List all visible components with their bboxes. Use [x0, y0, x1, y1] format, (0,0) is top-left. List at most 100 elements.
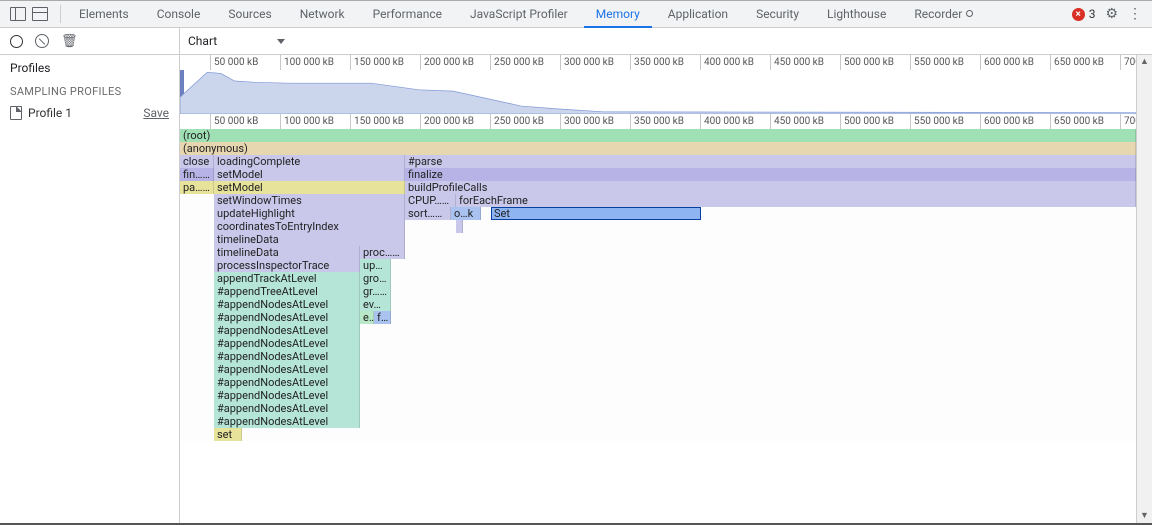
ruler-tick: 500 000 kB [840, 55, 894, 70]
ruler-tick: 300 000 kB [560, 55, 614, 70]
flame-row: #appendNodesAtLevele…f…r [180, 311, 1136, 324]
flame-row: #appendTreeAtLevelgr…ew [180, 285, 1136, 298]
flame-bar[interactable]: sort…ples [405, 207, 451, 220]
flame-bar[interactable]: e… [360, 311, 374, 324]
flame-bar[interactable]: (root) [180, 129, 1136, 142]
flame-bar[interactable]: Set [491, 207, 701, 220]
separator [60, 5, 61, 23]
flame-bar[interactable]: coordinatesToEntryIndex [214, 220, 405, 233]
flame-row: (root) [180, 129, 1136, 142]
flame-bar[interactable]: setModel [214, 181, 405, 194]
record-button[interactable] [10, 35, 23, 48]
flame-bar[interactable]: timelineData [214, 246, 360, 259]
error-icon: × [1072, 8, 1085, 21]
flame-bar[interactable]: fin…ce [180, 168, 214, 181]
tab-elements[interactable]: Elements [67, 1, 141, 28]
memory-overview[interactable] [180, 70, 1136, 114]
flame-bar[interactable]: #parse [405, 155, 1136, 168]
flame-bar[interactable]: appendTrackAtLevel [214, 272, 360, 285]
clear-button[interactable] [35, 34, 49, 48]
flame-bar[interactable]: #appendNodesAtLevel [214, 324, 360, 337]
flame-bar[interactable]: processInspectorTrace [214, 259, 360, 272]
flame-bar[interactable]: proc…ata [360, 246, 405, 259]
ruler-tick: 50 000 kB [210, 55, 258, 70]
flame-row: #appendNodesAtLevel [180, 363, 1136, 376]
recorder-beta-icon [966, 10, 973, 17]
ruler-tick: 200 000 kB [420, 114, 474, 129]
flame-bar[interactable]: timelineData [214, 233, 405, 246]
flame-bar[interactable]: setModel [214, 168, 405, 181]
flame-row: #appendNodesAtLevel [180, 402, 1136, 415]
flame-bar[interactable]: loadingComplete [214, 155, 405, 168]
flame-bar[interactable]: set [214, 428, 242, 441]
flame-bar[interactable]: ev…ew [360, 298, 391, 311]
flame-bar[interactable]: CPUP…del [405, 194, 456, 207]
flame-bar[interactable]: up…up [360, 259, 391, 272]
tab-application[interactable]: Application [656, 1, 740, 28]
profile-file-icon [10, 106, 22, 120]
settings-icon[interactable]: ⚙ [1105, 7, 1118, 21]
flame-bar[interactable]: #appendTreeAtLevel [214, 285, 360, 298]
flame-bar[interactable]: #appendNodesAtLevel [214, 311, 360, 324]
flame-bar[interactable]: close [180, 155, 214, 168]
devtools-tab-strip: ElementsConsoleSourcesNetworkPerformance… [0, 1, 1152, 28]
tab-javascript-profiler[interactable]: JavaScript Profiler [458, 1, 580, 28]
dock-bottom-icon[interactable] [32, 7, 48, 21]
ruler-tick: 700 000 kB [1120, 55, 1136, 70]
profile-item[interactable]: Profile 1 Save [0, 102, 179, 124]
view-mode-value: Chart [188, 34, 217, 48]
vertical-scrollbar[interactable]: ▲ ▼ [1136, 55, 1152, 523]
ruler-tick: 350 000 kB [630, 114, 684, 129]
flame-bar[interactable]: pa…at [180, 181, 214, 194]
tab-security[interactable]: Security [744, 1, 811, 28]
scroll-down-icon[interactable]: ▼ [1137, 509, 1152, 523]
flame-bar[interactable]: (anonymous) [180, 142, 1136, 155]
flame-bar[interactable]: updateHighlight [214, 207, 405, 220]
flame-bar[interactable]: #appendNodesAtLevel [214, 376, 360, 389]
more-icon[interactable]: ⋮ [1128, 7, 1142, 21]
tab-performance[interactable]: Performance [361, 1, 454, 28]
flame-row: appendTrackAtLevelgro…ts [180, 272, 1136, 285]
flame-row: setWindowTimesCPUP…delforEachFrame [180, 194, 1136, 207]
flame-bar[interactable]: o…k [451, 207, 481, 220]
flame-bar[interactable]: forEachFrame [456, 194, 1136, 207]
chevron-down-icon [277, 39, 285, 44]
profiles-header: Profiles [0, 55, 179, 81]
view-mode-select[interactable]: Chart [188, 34, 285, 48]
flame-bar[interactable]: #appendNodesAtLevel [214, 402, 360, 415]
flame-chart[interactable]: (root)(anonymous)closeloadingComplete#pa… [180, 129, 1136, 441]
flame-bar[interactable]: #appendNodesAtLevel [214, 350, 360, 363]
ruler-bottom: 50 000 kB100 000 kB150 000 kB200 000 kB2… [180, 114, 1136, 129]
tab-sources[interactable]: Sources [216, 1, 283, 28]
tab-network[interactable]: Network [288, 1, 357, 28]
flame-bar[interactable]: buildProfileCalls [405, 181, 1136, 194]
flame-row: updateHighlightsort…pleso…k Set [180, 207, 1136, 220]
tab-recorder[interactable]: Recorder [902, 1, 985, 28]
error-counter[interactable]: × 3 [1072, 7, 1096, 21]
dock-left-icon[interactable] [10, 7, 26, 21]
flame-row: set [180, 428, 1136, 441]
flame-bar[interactable]: #appendNodesAtLevel [214, 415, 360, 428]
flame-bar[interactable]: #appendNodesAtLevel [214, 363, 360, 376]
profile-item-label: Profile 1 [28, 106, 72, 120]
flame-bar[interactable]: setWindowTimes [214, 194, 405, 207]
tab-lighthouse[interactable]: Lighthouse [815, 1, 898, 28]
flame-bar[interactable]: gro…ts [360, 272, 391, 285]
profile-save-link[interactable]: Save [143, 106, 169, 120]
ruler-tick: 550 000 kB [910, 114, 964, 129]
tab-console[interactable]: Console [145, 1, 213, 28]
flame-chart-area[interactable]: 50 000 kB100 000 kB150 000 kB200 000 kB2… [180, 55, 1136, 523]
flame-bar[interactable]: finalize [405, 168, 1136, 181]
flame-bar[interactable] [456, 220, 463, 233]
flame-bar[interactable]: #appendNodesAtLevel [214, 337, 360, 350]
flame-bar[interactable]: f…r [374, 311, 391, 324]
tab-memory[interactable]: Memory [584, 1, 652, 28]
flame-bar[interactable]: gr…ew [360, 285, 391, 298]
flame-bar[interactable]: #appendNodesAtLevel [214, 389, 360, 402]
scroll-up-icon[interactable]: ▲ [1137, 55, 1152, 69]
flame-bar[interactable]: #appendNodesAtLevel [214, 298, 360, 311]
flame-row: closeloadingComplete#parse [180, 155, 1136, 168]
delete-button[interactable]: 🗑 [61, 34, 78, 49]
memory-panel: Chart 50 000 kB100 000 kB150 000 kB200 0… [180, 28, 1152, 523]
flame-row: processInspectorTraceup…up [180, 259, 1136, 272]
